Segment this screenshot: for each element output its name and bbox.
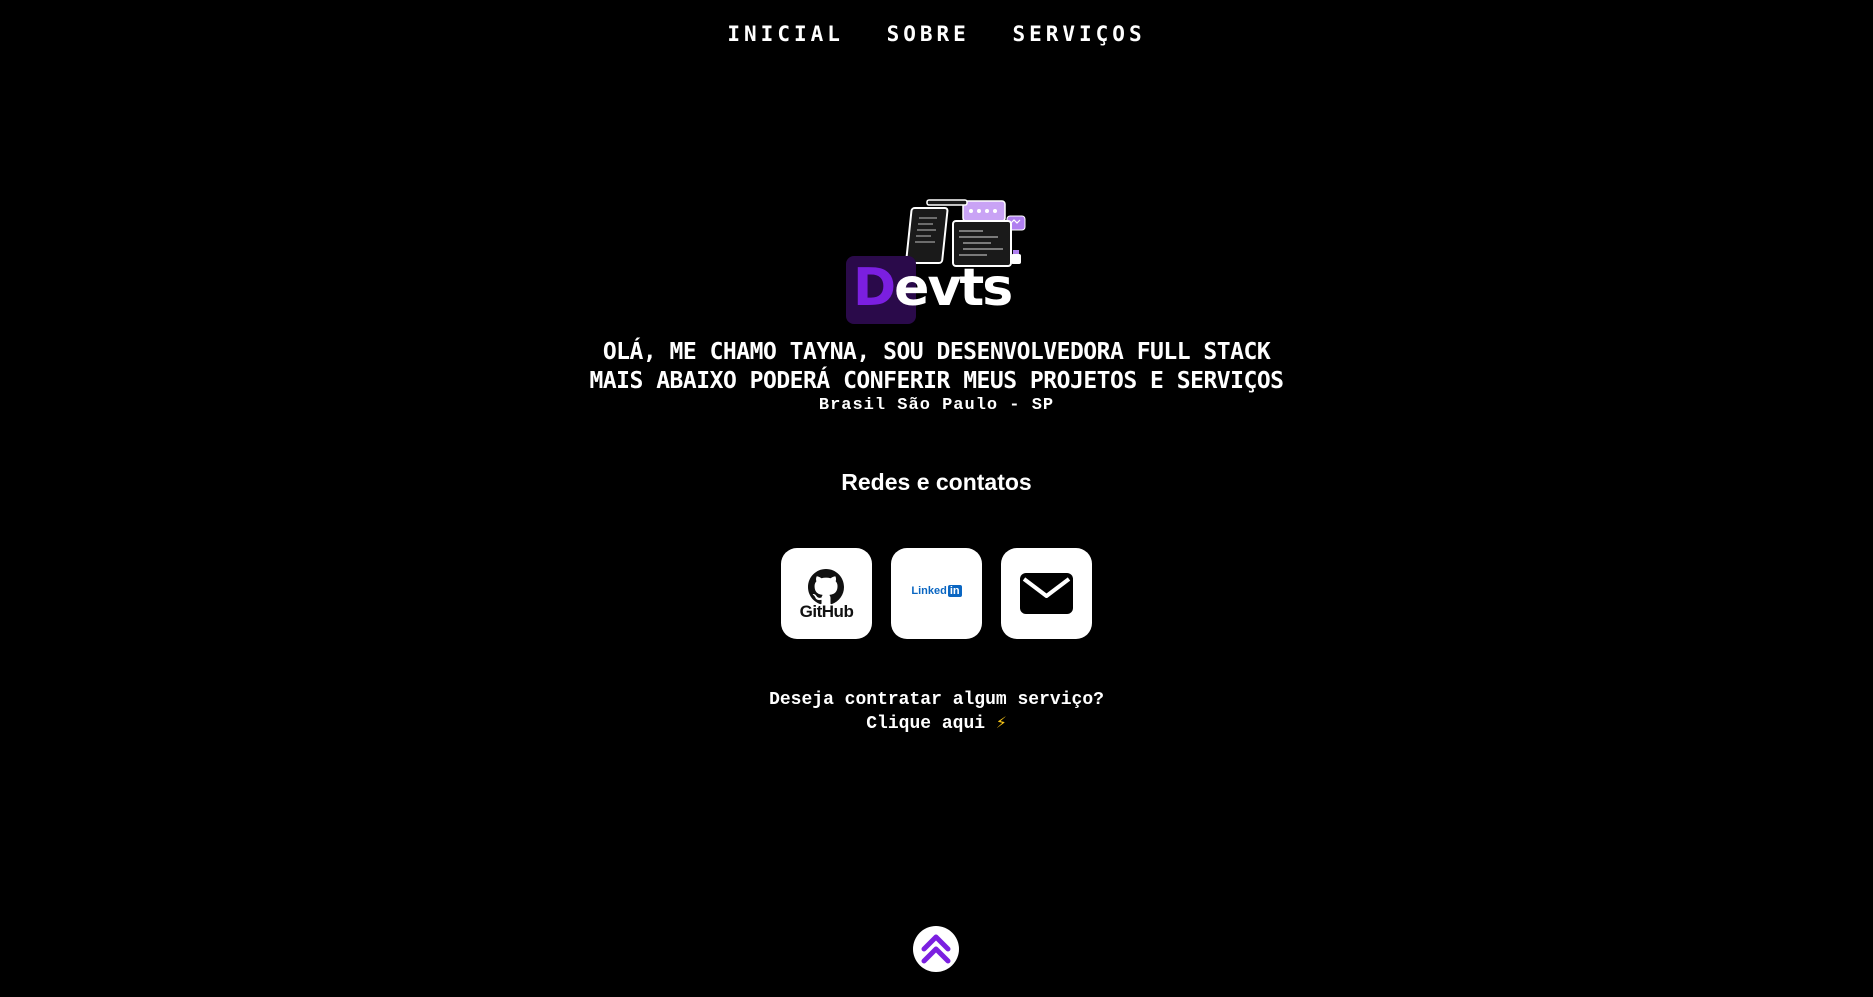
linkedin-button[interactable]: Linked in bbox=[891, 548, 982, 639]
linkedin-badge: in bbox=[947, 585, 962, 597]
location-text: Brasil São Paulo - SP bbox=[818, 396, 1055, 415]
nav-item-sobre[interactable]: SOBRE bbox=[887, 22, 970, 46]
nav-item-servicos[interactable]: SERVIÇOS bbox=[1012, 22, 1145, 46]
top-nav: INICIAL SOBRE SERVIÇOS bbox=[0, 22, 1873, 46]
nav-item-inicial[interactable]: INICIAL bbox=[727, 22, 844, 46]
scroll-top-button[interactable] bbox=[913, 926, 959, 972]
email-button[interactable] bbox=[1001, 548, 1092, 639]
hire-question: Deseja contratar algum serviço? bbox=[769, 690, 1104, 710]
lightning-icon: ⚡ bbox=[995, 714, 1007, 734]
hire-section: Deseja contratar algum serviço? Clique a… bbox=[0, 688, 1873, 736]
github-icon bbox=[808, 569, 844, 605]
github-label: GitHub bbox=[799, 602, 854, 621]
hero-line-1: OLÁ, ME CHAMO TAYNA, SOU DESENVOLVEDORA … bbox=[602, 339, 1271, 365]
github-button[interactable]: GitHub bbox=[781, 548, 872, 639]
linkedin-icon: Linked in bbox=[891, 585, 982, 597]
hire-link-text: Clique aqui bbox=[866, 714, 986, 734]
hero-line-2: MAIS ABAIXO PODERÁ CONFERIR MEUS PROJETO… bbox=[589, 368, 1284, 394]
devts-logo: Devts bbox=[843, 196, 1038, 326]
contact-cards: GitHub Linked in bbox=[781, 548, 1093, 639]
contacts-title: Redes e contatos bbox=[841, 469, 1032, 495]
logo-letter-d: D bbox=[853, 258, 896, 318]
envelope-icon bbox=[1020, 573, 1073, 614]
logo-wordmark: Devts bbox=[853, 258, 1013, 318]
double-chevron-up-icon bbox=[921, 934, 951, 964]
hire-link[interactable]: Clique aqui ⚡ bbox=[0, 712, 1873, 736]
logo-letters-rest: evts bbox=[894, 258, 1013, 318]
page: INICIAL SOBRE SERVIÇOS Devts OLÁ, ME CHA… bbox=[0, 0, 1873, 997]
linkedin-word: Linked bbox=[911, 585, 947, 597]
hero-headline: OLÁ, ME CHAMO TAYNA, SOU DESENVOLVEDORA … bbox=[0, 338, 1873, 396]
